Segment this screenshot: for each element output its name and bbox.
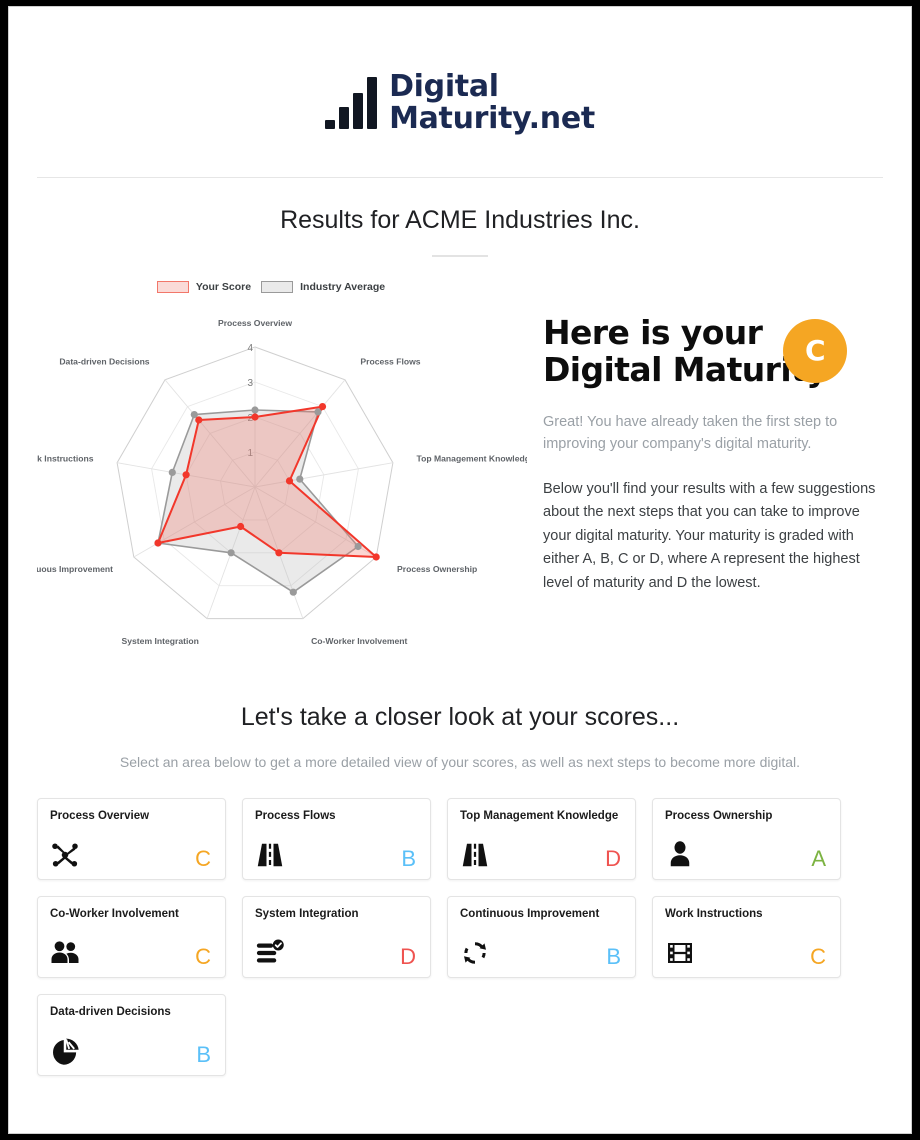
user-tie-icon: [665, 840, 695, 870]
score-card-grade: D: [605, 846, 621, 871]
score-card-grade: D: [400, 944, 416, 969]
legend-label-industry-average: Industry Average: [300, 281, 386, 293]
score-card-bottom: A: [665, 840, 828, 870]
result-page: Digital Maturity.net Results for ACME In…: [8, 6, 912, 1134]
project-hub-icon: [50, 840, 80, 870]
svg-text:4: 4: [247, 343, 253, 354]
score-card-grade: B: [196, 1042, 211, 1067]
svg-text:Co-Worker Involvement: Co-Worker Involvement: [311, 636, 407, 646]
overall-grade-badge: C: [783, 319, 847, 383]
svg-text:3: 3: [247, 378, 253, 389]
score-card-bottom: C: [50, 938, 213, 968]
radar-chart[interactable]: 1234Process OverviewProcess FlowsTop Man…: [37, 307, 527, 647]
maturity-body-text: Below you'll find your results with a fe…: [543, 480, 876, 591]
title-rule: [432, 255, 488, 257]
score-card-bottom: C: [665, 938, 828, 968]
score-card-title: Data-driven Decisions: [50, 1006, 171, 1018]
score-card[interactable]: Continuous Improvement B: [447, 896, 636, 978]
logo-line-1: Digital: [389, 68, 499, 104]
tasks-check-icon: [255, 938, 285, 968]
bar-chart-logo-icon: [325, 77, 378, 129]
score-card-grade: B: [606, 944, 621, 969]
svg-text:Top Management Knowledge: Top Management Knowledge: [417, 454, 528, 464]
svg-text:System Integration: System Integration: [122, 636, 199, 646]
logo-line-2: Maturity.net: [389, 101, 595, 136]
road-icon: [255, 840, 285, 870]
score-card-bottom: D: [460, 840, 623, 870]
svg-text:Continuous Improvement: Continuous Improvement: [37, 564, 113, 574]
score-card[interactable]: Process Flows B: [242, 798, 431, 880]
svg-text:Data-driven Decisions: Data-driven Decisions: [59, 356, 149, 366]
maturity-heading: Here is your Digital Maturity C: [543, 313, 847, 389]
chart-legend: Your Score Industry Average: [15, 281, 527, 293]
radar-chart-svg: 1234Process OverviewProcess FlowsTop Man…: [37, 318, 528, 646]
logo-wordmark: Digital Maturity.net: [389, 68, 595, 136]
score-card-title: Work Instructions: [665, 908, 763, 920]
score-card-title: System Integration: [255, 908, 359, 920]
road-icon: [460, 840, 490, 870]
svg-text:Process Flows: Process Flows: [360, 356, 420, 366]
maturity-summary: Here is your Digital Maturity C Great! Y…: [527, 267, 883, 610]
users-icon: [50, 938, 80, 968]
score-card[interactable]: Process Ownership A: [652, 798, 841, 880]
score-card-bottom: C: [50, 840, 213, 870]
legend-item-your-score: Your Score: [156, 281, 252, 293]
svg-text:Process Ownership: Process Ownership: [397, 564, 477, 574]
score-card[interactable]: Process Overview C: [37, 798, 226, 880]
score-card-bottom: D: [255, 938, 418, 968]
score-card-grid: Process Overview C Process Flows B Top Manag…: [9, 798, 911, 1076]
maturity-heading-line-1: Here is your: [543, 313, 763, 352]
site-header: Digital Maturity.net: [9, 7, 911, 151]
svg-text:Process Overview: Process Overview: [218, 318, 292, 328]
score-card[interactable]: Data-driven Decisions B: [37, 994, 226, 1076]
score-card-title: Top Management Knowledge: [460, 810, 619, 822]
score-card-title: Process Flows: [255, 810, 336, 822]
score-card[interactable]: Work Instructions C: [652, 896, 841, 978]
score-card-bottom: B: [460, 938, 623, 968]
chart-pie-icon: [50, 1036, 80, 1066]
sync-icon: [460, 938, 490, 968]
score-card-bottom: B: [50, 1036, 213, 1066]
film-icon: [665, 938, 695, 968]
score-card[interactable]: Top Management Knowledge D: [447, 798, 636, 880]
results-section: Your Score Industry Average 1234Process …: [9, 267, 911, 647]
score-card-grade: C: [195, 944, 211, 969]
score-card-title: Process Ownership: [665, 810, 773, 822]
score-card-title: Process Overview: [50, 810, 150, 822]
score-card-bottom: B: [255, 840, 418, 870]
legend-swatch-your-score: [156, 281, 189, 293]
score-card[interactable]: System Integration D: [242, 896, 431, 978]
legend-swatch-industry-average: [261, 281, 294, 293]
maturity-lead-text: Great! You have already taken the first …: [543, 413, 838, 453]
closer-look-section: Let's take a closer look at your scores.…: [9, 703, 911, 770]
score-card-title: Continuous Improvement: [460, 908, 600, 920]
closer-look-heading: Let's take a closer look at your scores.…: [240, 703, 680, 731]
header-divider: [37, 177, 883, 178]
legend-item-industry-average: Industry Average: [261, 281, 385, 293]
site-logo[interactable]: Digital Maturity.net: [325, 68, 595, 136]
closer-look-subtitle: Select an area below to get a more detai…: [119, 754, 801, 770]
page-title: Results for ACME Industries Inc.: [280, 206, 640, 234]
score-card-title: Co-Worker Involvement: [50, 908, 179, 920]
score-card-grade: A: [811, 846, 826, 871]
score-card[interactable]: Co-Worker Involvement C: [37, 896, 226, 978]
svg-text:Work Instructions: Work Instructions: [37, 454, 94, 464]
score-card-grade: C: [810, 944, 826, 969]
score-card-grade: C: [195, 846, 211, 871]
score-card-grade: B: [401, 846, 416, 871]
radar-chart-column: Your Score Industry Average 1234Process …: [37, 267, 527, 647]
legend-label-your-score: Your Score: [195, 281, 252, 293]
